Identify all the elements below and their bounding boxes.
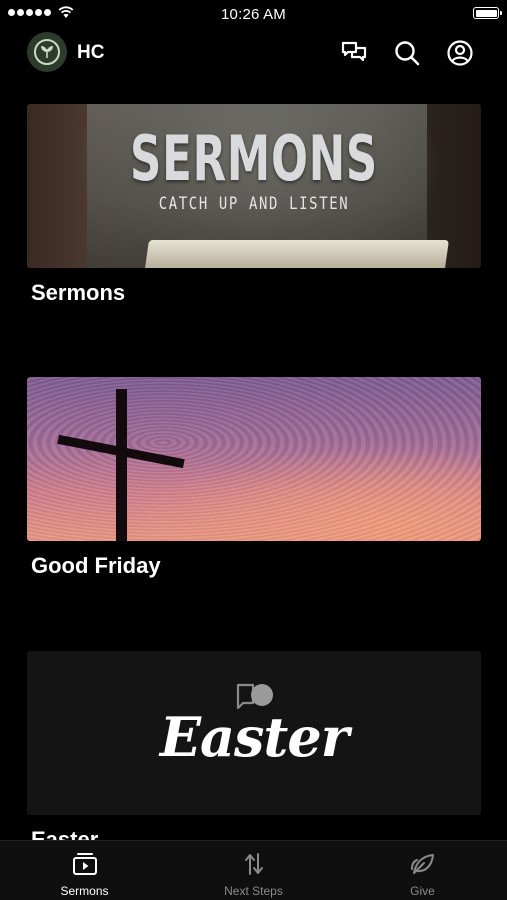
status-bar: 10:26 AM [0,0,507,28]
search-icon[interactable] [392,38,422,68]
easter-thumbnail[interactable]: Easter [27,651,481,815]
tab-give[interactable]: Give [338,841,507,900]
app-header: HC [0,28,507,78]
leaf-icon [409,850,437,878]
messages-icon[interactable] [339,38,369,68]
tab-sermons[interactable]: Sermons [0,841,169,900]
profile-icon[interactable] [445,38,475,68]
org-name: HC [77,42,105,63]
thumbnail-heading: Easter [159,705,349,769]
tab-next-steps[interactable]: Next Steps [169,841,338,900]
arrows-up-down-icon [240,850,268,878]
content-card-easter[interactable]: Easter Easter [27,651,481,852]
content-card-sermons[interactable]: SERMONS CATCH UP AND LISTEN Sermons [27,104,481,305]
tab-label: Next Steps [224,884,283,898]
thumbnail-heading: SERMONS [129,122,379,195]
card-title: Sermons [31,280,126,305]
battery-icon [473,7,502,19]
sermons-thumbnail[interactable]: SERMONS CATCH UP AND LISTEN [27,104,481,268]
status-time: 10:26 AM [221,6,286,23]
tab-label: Give [410,884,435,898]
tab-label: Sermons [60,884,109,898]
church-logo[interactable] [27,32,67,72]
card-title: Good Friday [31,553,161,578]
content-card-good-friday[interactable]: Good Friday [27,377,481,578]
thumbnail-subheading: CATCH UP AND LISTEN [158,194,350,214]
play-box-icon [71,850,99,878]
good-friday-thumbnail[interactable] [27,377,481,541]
bottom-tab-bar: Sermons Next Steps Give [0,840,507,900]
cross-icon [116,389,127,541]
leaf-logo-icon [41,46,53,58]
